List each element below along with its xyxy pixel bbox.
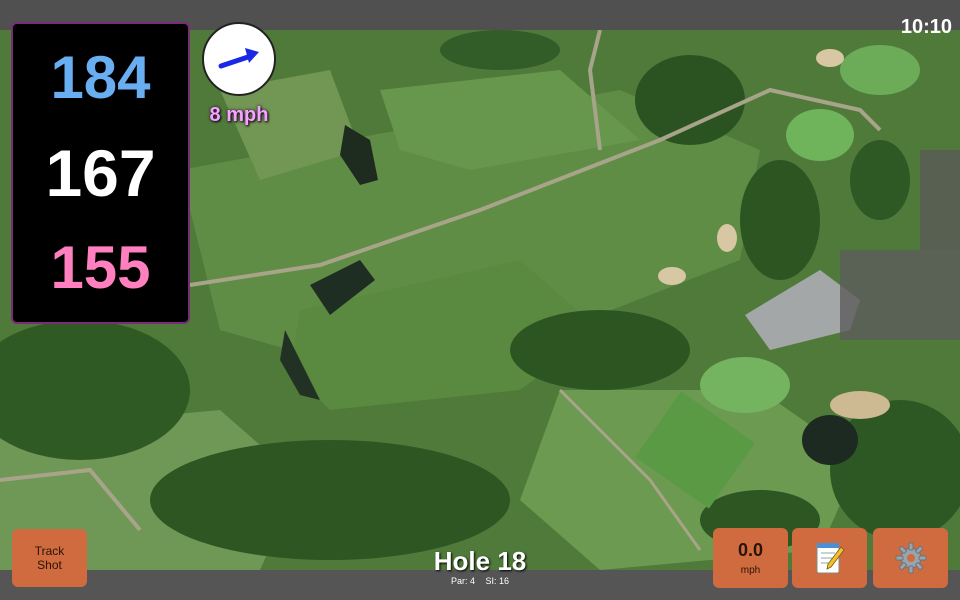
arrow-up-right-icon: [218, 48, 259, 69]
hole-info: Hole 18 Par: 4 SI: 16: [400, 548, 560, 586]
wind-speed-label: 8 mph: [209, 104, 269, 126]
speed-unit: mph: [740, 565, 761, 576]
track-shot-label-line1: Track: [34, 543, 65, 558]
speed-button[interactable]: 0.0 mph: [713, 528, 788, 588]
notepad-icon: [816, 543, 845, 574]
hole-meta: Par: 4 SI: 16: [400, 576, 560, 586]
speed-value: 0.0: [737, 540, 764, 560]
track-shot-label-line2: Shot: [37, 558, 62, 572]
distance-panel: 184 167 155: [11, 22, 190, 324]
hole-title: Hole 18: [433, 546, 527, 576]
track-shot-button[interactable]: Track Shot: [12, 529, 87, 587]
status-clock: 10:10: [900, 16, 952, 38]
settings-button[interactable]: [873, 528, 948, 588]
gear-icon: [895, 542, 926, 574]
notes-button[interactable]: [792, 528, 867, 588]
back-distance: 184: [50, 44, 151, 111]
hole-stroke-index: SI: 16: [485, 576, 510, 586]
front-distance: 155: [50, 234, 151, 301]
hole-par: Par: 4: [450, 576, 475, 586]
middle-distance: 167: [45, 136, 156, 210]
wind-indicator[interactable]: [202, 22, 276, 96]
